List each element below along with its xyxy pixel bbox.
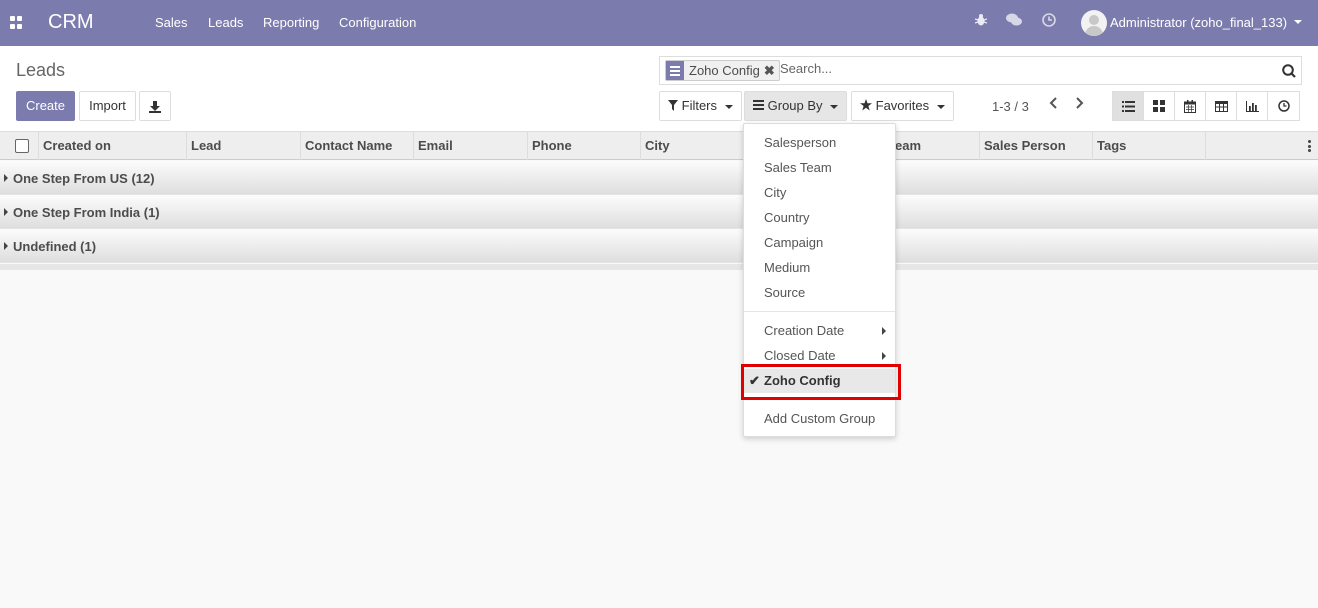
- close-icon[interactable]: ✖: [764, 63, 779, 79]
- closed-date-label: Closed Date: [764, 348, 836, 363]
- group-by-label: Group By: [767, 98, 823, 113]
- menu-divider: [744, 311, 895, 312]
- breadcrumb: Leads: [16, 60, 66, 80]
- bar-chart-icon: [1245, 100, 1259, 112]
- list-header: Created on Lead Contact Name Email Phone…: [0, 132, 1318, 160]
- pager-value[interactable]: 1-3 / 3: [992, 99, 1029, 114]
- kanban-view-button[interactable]: [1144, 92, 1175, 120]
- select-all-checkbox[interactable]: [15, 139, 29, 153]
- export-button[interactable]: [139, 91, 171, 121]
- clock-icon[interactable]: [1040, 13, 1058, 31]
- chevron-right-icon[interactable]: [1072, 96, 1088, 112]
- column-email[interactable]: Email: [413, 132, 528, 160]
- caret-right-icon: [882, 352, 886, 360]
- star-icon: [860, 99, 872, 111]
- user-menu[interactable]: Administrator (zoho_final_133): [1110, 15, 1287, 30]
- optional-columns-icon[interactable]: [1308, 140, 1311, 152]
- bug-icon[interactable]: [972, 13, 990, 31]
- search-icon[interactable]: [1282, 64, 1296, 78]
- caret-right-icon: [4, 208, 8, 216]
- control-panel: Leads Create Import Zoho Config ✖ Filter…: [0, 46, 1318, 132]
- menu-sales[interactable]: Sales: [155, 15, 188, 30]
- menu-reporting[interactable]: Reporting: [263, 15, 319, 30]
- column-spacer: [1205, 132, 1318, 160]
- group-by-sales-team[interactable]: Sales Team: [744, 156, 895, 180]
- activity-view-button[interactable]: [1268, 92, 1299, 120]
- chevron-down-icon: [724, 104, 733, 109]
- search-facet[interactable]: Zoho Config ✖: [665, 60, 780, 81]
- filter-icon: [668, 100, 678, 111]
- highlight-annotation: [741, 364, 901, 400]
- facet-label: Zoho Config: [689, 63, 760, 78]
- calendar-view-icon: [1184, 99, 1196, 113]
- list-view-icon: [1121, 100, 1135, 112]
- menu-configuration[interactable]: Configuration: [339, 15, 416, 30]
- group-by-button[interactable]: Group By: [744, 91, 848, 121]
- group-label: One Step From India (1): [13, 205, 160, 220]
- column-created-on[interactable]: Created on: [38, 132, 188, 160]
- apps-icon[interactable]: [10, 16, 23, 29]
- list-view-button[interactable]: [1113, 92, 1144, 120]
- avatar[interactable]: [1081, 10, 1107, 36]
- group-label: Undefined (1): [13, 239, 97, 254]
- app-brand[interactable]: CRM: [48, 11, 94, 34]
- table-icon: [1214, 100, 1228, 112]
- group-by-icon: [666, 61, 684, 80]
- column-lead[interactable]: Lead: [186, 132, 301, 160]
- graph-view-button[interactable]: [1237, 92, 1268, 120]
- chevron-left-icon[interactable]: [1045, 96, 1061, 112]
- calendar-view-button[interactable]: [1175, 92, 1206, 120]
- column-phone[interactable]: Phone: [527, 132, 642, 160]
- list-footer: [0, 264, 1318, 270]
- pivot-view-button[interactable]: [1206, 92, 1237, 120]
- favorites-button[interactable]: Favorites: [851, 91, 954, 121]
- chevron-down-icon: [830, 104, 839, 109]
- import-button[interactable]: Import: [79, 91, 136, 121]
- add-custom-group[interactable]: Add Custom Group: [744, 407, 895, 431]
- download-icon: [149, 100, 161, 113]
- column-sales-person[interactable]: Sales Person: [979, 132, 1092, 160]
- group-by-salesperson[interactable]: Salesperson: [744, 131, 895, 155]
- search-box[interactable]: Zoho Config ✖: [659, 56, 1302, 85]
- chevron-down-icon[interactable]: [1294, 20, 1302, 24]
- group-by-campaign[interactable]: Campaign: [744, 231, 895, 255]
- view-switcher: [1112, 91, 1300, 121]
- group-row[interactable]: One Step From US (12): [0, 161, 1318, 195]
- column-contact-name[interactable]: Contact Name: [300, 132, 415, 160]
- filters-button[interactable]: Filters: [659, 91, 742, 121]
- group-by-city[interactable]: City: [744, 181, 895, 205]
- chevron-down-icon: [936, 104, 945, 109]
- list-icon: [753, 100, 764, 110]
- group-by-country[interactable]: Country: [744, 206, 895, 230]
- filters-label: Filters: [681, 98, 718, 113]
- group-row[interactable]: One Step From India (1): [0, 195, 1318, 229]
- group-by-source[interactable]: Source: [744, 281, 895, 305]
- group-by-creation-date[interactable]: Creation Date: [744, 319, 895, 343]
- menu-leads[interactable]: Leads: [208, 15, 243, 30]
- caret-right-icon: [4, 242, 8, 250]
- caret-right-icon: [882, 327, 886, 335]
- creation-date-label: Creation Date: [764, 323, 845, 338]
- column-city[interactable]: City: [640, 132, 760, 160]
- caret-right-icon: [4, 174, 8, 182]
- group-row[interactable]: Undefined (1): [0, 229, 1318, 263]
- clock-icon: [1277, 100, 1290, 112]
- create-button[interactable]: Create: [16, 91, 75, 121]
- top-navbar: CRM Sales Leads Reporting Configuration …: [0, 0, 1318, 46]
- kanban-view-icon: [1153, 100, 1165, 112]
- search-input[interactable]: [780, 61, 1260, 76]
- group-by-medium[interactable]: Medium: [744, 256, 895, 280]
- chat-icon[interactable]: [1005, 13, 1023, 31]
- favorites-label: Favorites: [875, 98, 930, 113]
- column-tags[interactable]: Tags: [1092, 132, 1205, 160]
- group-label: One Step From US (12): [13, 171, 155, 186]
